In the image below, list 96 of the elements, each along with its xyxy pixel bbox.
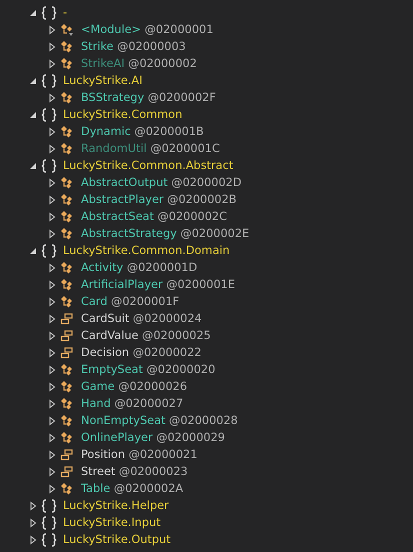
class-icon (60, 56, 74, 70)
enum-icon (60, 346, 74, 360)
type-label[interactable]: AbstractPlayer @0200002B (81, 193, 237, 206)
type-label[interactable]: BSStrategy @0200002F (81, 91, 216, 104)
type-label[interactable]: Decision @02000022 (81, 346, 202, 359)
class-icon (60, 192, 74, 206)
type-label[interactable]: NonEmptySeat @02000028 (81, 414, 238, 427)
type-label[interactable]: AbstractStrategy @0200002E (81, 227, 250, 240)
type-label[interactable]: Position @02000021 (81, 448, 198, 461)
class-icon (60, 362, 74, 376)
expand-arrow-icon[interactable] (47, 92, 57, 102)
collapse-arrow-icon[interactable] (28, 76, 38, 86)
namespace-label[interactable]: LuckyStrike.Common.Abstract (63, 159, 234, 172)
class-icon (60, 260, 74, 274)
collapse-arrow-icon[interactable] (28, 160, 38, 170)
class-icon (60, 176, 74, 190)
class-icon (60, 90, 74, 104)
module-icon (60, 22, 74, 36)
expand-arrow-icon[interactable] (47, 450, 57, 460)
type-label[interactable]: <Module> @02000001 (81, 23, 214, 36)
braces-icon (41, 6, 57, 20)
type-label[interactable]: CardSuit @02000024 (81, 312, 202, 325)
expand-arrow-icon[interactable] (47, 330, 57, 340)
expand-arrow-icon[interactable] (47, 58, 57, 68)
expand-arrow-icon[interactable] (47, 382, 57, 392)
enum-icon (60, 312, 74, 326)
class-icon (60, 226, 74, 240)
class-icon (60, 124, 74, 138)
class-icon (60, 414, 74, 428)
enum-icon (60, 448, 74, 462)
expand-arrow-icon[interactable] (47, 262, 57, 272)
namespace-label[interactable]: LuckyStrike.AI (63, 74, 142, 87)
braces-icon (41, 498, 57, 512)
type-label[interactable]: Dynamic @0200001B (81, 125, 204, 138)
class-icon (60, 380, 74, 394)
expand-arrow-icon[interactable] (47, 466, 57, 476)
expand-arrow-icon[interactable] (47, 416, 57, 426)
class-icon (60, 294, 74, 308)
namespace-label[interactable]: LuckyStrike.Common.Domain (63, 244, 230, 257)
collapse-arrow-icon[interactable] (28, 246, 38, 256)
type-label[interactable]: Activity @0200001D (81, 261, 198, 274)
expand-arrow-icon[interactable] (47, 24, 57, 34)
expand-arrow-icon[interactable] (47, 296, 57, 306)
class-icon (60, 396, 74, 410)
type-label[interactable]: StrikeAI @02000002 (81, 57, 197, 70)
type-label[interactable]: Card @0200001F (81, 295, 180, 308)
expand-arrow-icon[interactable] (47, 42, 57, 52)
braces-icon (41, 74, 57, 88)
type-label[interactable]: Strike @02000003 (81, 40, 186, 53)
type-label[interactable]: CardValue @02000025 (81, 329, 211, 342)
expand-arrow-icon[interactable] (47, 178, 57, 188)
type-label[interactable]: Game @02000026 (81, 380, 188, 393)
expand-arrow-icon[interactable] (47, 212, 57, 222)
namespace-label[interactable]: LuckyStrike.Input (63, 516, 161, 529)
expand-arrow-icon[interactable] (47, 398, 57, 408)
class-icon (60, 40, 74, 54)
type-label[interactable]: Table @0200002A (81, 482, 184, 495)
expand-arrow-icon[interactable] (47, 194, 57, 204)
type-label[interactable]: OnlinePlayer @02000029 (81, 431, 225, 444)
namespace-label[interactable]: - (63, 6, 68, 19)
braces-icon (41, 158, 57, 172)
class-icon (60, 210, 74, 224)
braces-icon (41, 516, 57, 530)
expand-arrow-icon[interactable] (47, 484, 57, 494)
type-label[interactable]: Hand @02000027 (81, 397, 184, 410)
expand-arrow-icon[interactable] (47, 348, 57, 358)
expand-arrow-icon[interactable] (47, 228, 57, 238)
braces-icon (41, 532, 57, 546)
braces-icon (41, 244, 57, 258)
class-icon (60, 482, 74, 496)
type-label[interactable]: EmptySeat @02000020 (81, 363, 216, 376)
expand-arrow-icon[interactable] (47, 126, 57, 136)
expand-arrow-icon[interactable] (47, 364, 57, 374)
expand-arrow-icon[interactable] (28, 518, 38, 528)
namespace-label[interactable]: LuckyStrike.Common (63, 108, 182, 121)
namespace-label[interactable]: LuckyStrike.Helper (63, 499, 169, 512)
expand-arrow-icon[interactable] (47, 144, 57, 154)
type-label[interactable]: ArtificialPlayer @0200001E (81, 278, 235, 291)
type-label[interactable]: Street @02000023 (81, 465, 188, 478)
expand-arrow-icon[interactable] (28, 534, 38, 544)
type-label[interactable]: AbstractSeat @0200002C (81, 210, 227, 223)
class-icon (60, 278, 74, 292)
enum-icon (60, 328, 74, 342)
expand-arrow-icon[interactable] (47, 432, 57, 442)
type-label[interactable]: AbstractOutput @0200002D (81, 176, 242, 189)
braces-icon (41, 108, 57, 122)
type-label[interactable]: RandomUtil @0200001C (81, 142, 220, 155)
collapse-arrow-icon[interactable] (28, 8, 38, 18)
class-icon (60, 430, 74, 444)
expand-arrow-icon[interactable] (47, 280, 57, 290)
collapse-arrow-icon[interactable] (28, 110, 38, 120)
expand-arrow-icon[interactable] (28, 500, 38, 510)
enum-icon (60, 464, 74, 478)
namespace-label[interactable]: LuckyStrike.Output (63, 533, 171, 546)
class-icon (60, 142, 74, 156)
expand-arrow-icon[interactable] (47, 314, 57, 324)
